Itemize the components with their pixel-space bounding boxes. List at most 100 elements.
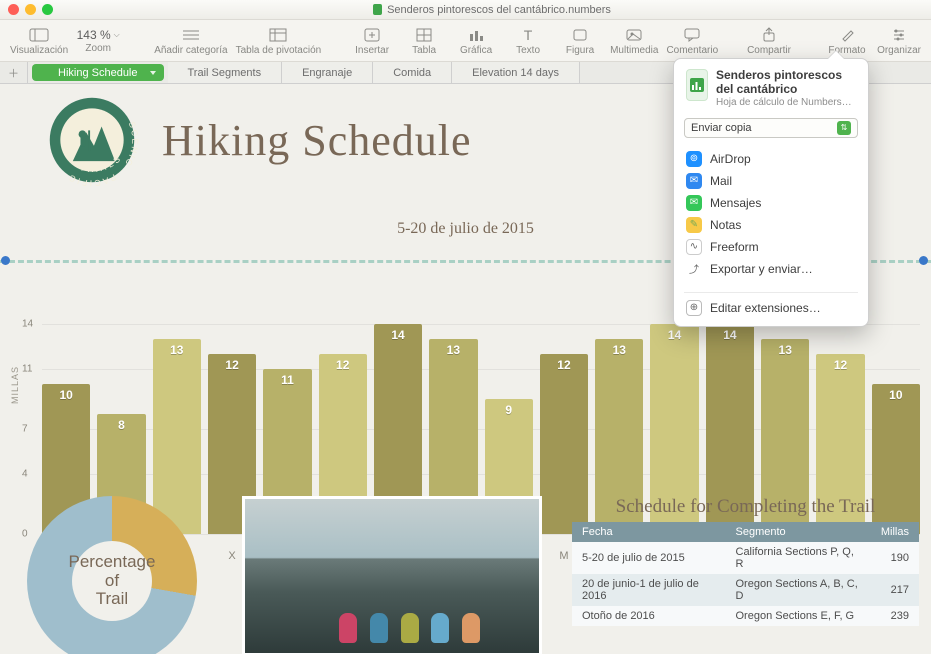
beach-photo[interactable] [242,496,542,654]
table-row[interactable]: 5-20 de julio de 2015California Sections… [572,542,919,574]
add-category-icon [180,26,202,44]
selection-handle-left[interactable] [1,256,10,265]
schedule-table-title: Schedule for Completing the Trail [572,496,919,518]
shape-icon [572,26,588,44]
window-traffic-lights [8,4,53,15]
selection-handle-right[interactable] [919,256,928,265]
share-target-label: Mail [710,174,732,188]
zoom-label: Zoom [85,43,111,54]
y-axis-label: MILLAS [10,366,20,404]
organize-icon [891,26,907,44]
bar-value: 12 [540,358,588,372]
share-target-item[interactable]: ✉Mail [674,170,868,192]
bar-value: 13 [429,343,477,357]
pie-chart[interactable]: Percentage of Trail [12,496,212,654]
table-row[interactable]: Otoño de 2016Oregon Sections E, F, G239 [572,606,919,626]
table-cell: 5-20 de julio de 2015 [572,542,726,574]
window-title: Senderos pintorescos del cantábrico.numb… [373,4,611,16]
fullscreen-window-button[interactable] [42,4,53,15]
organize-button[interactable]: Organizar [877,26,921,56]
airdrop-icon: ⊚ [686,151,702,167]
media-button[interactable]: Multimedia [610,26,658,56]
share-target-item[interactable]: ∿ Freeform [674,236,868,258]
bar-value: 11 [263,373,311,387]
share-target-item[interactable]: ⤴Exportar y enviar… [674,258,868,280]
table-cell: 217 [871,574,919,606]
zoom-value: 143 % [77,28,111,42]
bar-value: 8 [97,418,145,432]
share-target-label: Mensajes [710,196,761,210]
chart-button[interactable]: Gráfica [454,26,498,56]
bar-value: 13 [761,343,809,357]
chart-icon [468,26,484,44]
numbers-doc-icon [686,69,708,101]
text-icon: T [524,26,533,44]
table-header[interactable]: Millas [871,522,919,542]
extensions-icon: ⊕ [686,300,702,316]
table-cell: 20 de junio-1 de julio de 2016 [572,574,726,606]
share-target-item[interactable]: ⊚AirDrop [674,148,868,170]
window-title-text: Senderos pintorescos del cantábrico.numb… [387,4,611,16]
table-button[interactable]: Tabla [402,26,446,56]
comment-label: Comentario [666,45,718,56]
minimize-window-button[interactable] [25,4,36,15]
view-button[interactable]: Visualización [10,26,68,56]
text-button[interactable]: T Texto [506,26,550,56]
add-category-label: Añadir categoría [154,45,227,56]
zoom-control[interactable]: 143 %⌵ Zoom [76,28,120,54]
share-mode-select[interactable]: Enviar copia ⇅ [684,118,858,138]
popover-separator [684,292,858,293]
bar-value: 10 [872,388,920,402]
view-icon [29,26,49,44]
share-button[interactable]: Compartir [747,26,791,56]
table-header[interactable]: Segmento [726,522,871,542]
add-category-button[interactable]: Añadir categoría [154,26,227,56]
share-icon [761,26,777,44]
edit-extensions-item[interactable]: ⊕ Editar extensiones… [674,297,868,326]
sheet-tab[interactable]: Comida [373,62,452,83]
schedule-table[interactable]: Schedule for Completing the Trail FechaS… [572,496,919,626]
bar-value: 14 [374,328,422,342]
bar-value: 14 [706,328,754,342]
select-chevron-icon: ⇅ [837,121,851,135]
table-row[interactable]: 20 de junio-1 de julio de 2016Oregon Sec… [572,574,919,606]
y-tick: 11 [22,364,32,375]
table-header[interactable]: Fecha [572,522,726,542]
bar-value: 12 [208,358,256,372]
lower-row: Percentage of Trail Schedule for Complet… [12,496,919,654]
share-target-label: Exportar y enviar… [710,262,813,276]
insert-button[interactable]: Insertar [350,26,394,56]
comment-button[interactable]: Comentario [666,26,718,56]
sheet-tab[interactable]: Elevation 14 days [452,62,580,83]
share-popover: Senderos pintorescos del cantábrico Hoja… [673,58,869,327]
insert-label: Insertar [355,45,389,56]
y-tick: 4 [22,469,28,480]
pivot-table-label: Tabla de pivotación [236,45,322,56]
chart-label: Gráfica [460,45,492,56]
shape-button[interactable]: Figura [558,26,602,56]
text-label: Texto [516,45,540,56]
bar-value: 9 [485,403,533,417]
close-window-button[interactable] [8,4,19,15]
table-cell: 239 [871,606,919,626]
pivot-table-icon [269,26,287,44]
bar-value: 13 [595,343,643,357]
share-target-item[interactable]: ✉Mensajes [674,192,868,214]
shape-label: Figura [566,45,594,56]
freeform-icon: ∿ [686,239,702,255]
edit-extensions-label: Editar extensiones… [710,301,821,315]
share-target-label: Notas [710,218,741,232]
format-icon [839,26,855,44]
share-target-label: Freeform [710,240,759,254]
sheet-tab[interactable]: Hiking Schedule [32,64,164,81]
insert-icon [364,26,380,44]
sheet-tab[interactable]: Engranaje [282,62,373,83]
share-label: Compartir [747,45,791,56]
popover-header: Senderos pintorescos del cantábrico Hoja… [674,59,868,116]
table-cell: California Sections P, Q, R [726,542,871,574]
sheet-tab[interactable]: Trail Segments [168,62,283,83]
notes-icon: ✎ [686,217,702,233]
add-sheet-button[interactable]: ＋ [0,62,28,83]
share-target-item[interactable]: ✎ Notas [674,214,868,236]
pivot-table-button[interactable]: Tabla de pivotación [236,26,322,56]
